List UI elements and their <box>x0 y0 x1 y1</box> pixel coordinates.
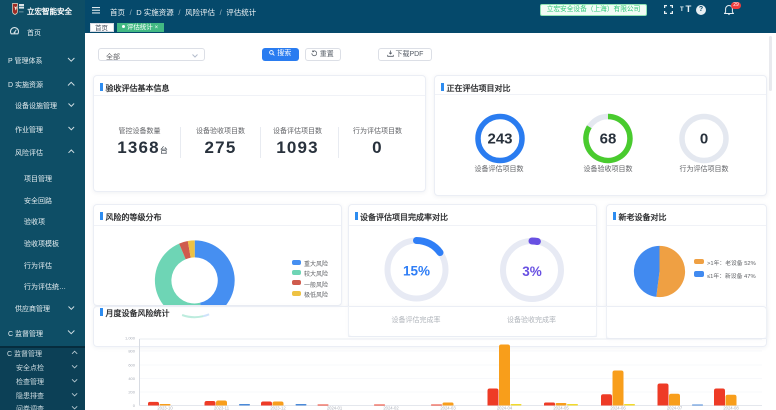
svg-text:2024-02: 2024-02 <box>383 406 399 410</box>
svg-text:2024-05: 2024-05 <box>553 406 569 410</box>
svg-text:3%: 3% <box>522 264 542 279</box>
svg-text:2024-07: 2024-07 <box>667 406 683 410</box>
svg-text:15%: 15% <box>402 264 429 279</box>
svg-text:1,000: 1,000 <box>125 336 136 341</box>
svg-text:2023-10: 2023-10 <box>157 406 173 410</box>
svg-text:2024-01: 2024-01 <box>327 406 343 410</box>
svg-text:2024-04: 2024-04 <box>497 406 513 410</box>
svg-text:2023-11: 2023-11 <box>214 406 230 410</box>
svg-text:2024-06: 2024-06 <box>610 406 626 410</box>
svg-text:200: 200 <box>128 389 135 394</box>
svg-text:0: 0 <box>133 403 136 408</box>
svg-text:800: 800 <box>128 348 135 353</box>
svg-text:2024-03: 2024-03 <box>440 406 456 410</box>
svg-text:2024-08: 2024-08 <box>723 406 739 410</box>
svg-text:2023-12: 2023-12 <box>270 406 286 410</box>
svg-text:400: 400 <box>128 376 135 381</box>
svg-text:600: 600 <box>128 362 135 367</box>
